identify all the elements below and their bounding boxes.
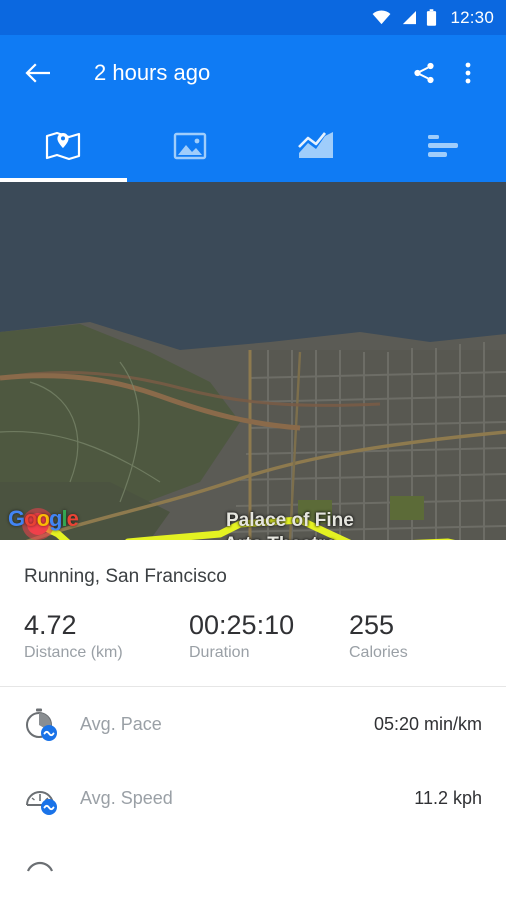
detail-value-avg-pace: 05:20 min/km [373,713,482,734]
stat-distance-label: Distance (km) [24,644,123,661]
detail-row-avg-speed[interactable]: Avg. Speed 11.2 kph [0,761,506,835]
battery-icon [427,9,437,26]
back-button[interactable] [16,51,60,95]
google-letter-g: G [8,506,25,531]
stat-calories: 255 Calories [349,610,408,662]
overflow-menu-icon [465,62,471,83]
wifi-icon [373,10,391,25]
tab-bar [0,110,506,182]
share-icon [414,62,434,83]
overflow-menu-button[interactable] [446,51,490,95]
app-screen: 12:30 2 hours ago Palace of Fine Google … [0,0,506,900]
elevation-icon [26,861,54,872]
detail-label-avg-pace: Avg. Pace [80,713,162,734]
status-icons: 12:30 [372,8,494,28]
tab-splits[interactable] [380,110,506,182]
bar-list-icon [427,135,458,157]
avg-pace-icon-wrap [24,707,68,741]
status-bar: 12:30 [0,0,506,35]
elevation-icon-wrap [24,855,68,889]
avg-speed-icon [26,791,57,815]
activity-title: Running, San Francisco [24,566,227,587]
tab-photos[interactable] [127,110,254,182]
stat-duration-value: 00:25:10 [189,610,295,640]
stat-calories-value: 255 [349,610,395,640]
detail-value-avg-speed: 11.2 kph [414,787,482,808]
stat-distance-value: 4.72 [24,610,77,640]
detail-row-partial[interactable] [0,835,506,900]
avg-speed-icon-wrap [24,781,68,815]
stat-duration-label: Duration [189,644,250,661]
photo-icon [173,132,206,160]
map-canvas [0,182,506,540]
route-map[interactable]: Palace of Fine Arts Theatre Lyon Street … [0,182,506,540]
google-letter-e: e [66,506,79,531]
detail-row-avg-pace[interactable]: Avg. Pace 05:20 min/km [0,687,506,761]
google-letter-o2: o [36,506,50,531]
summary-stats: 4.72 Distance (km) 00:25:10 Duration 255… [0,588,506,662]
google-letter-o1: o [24,506,37,531]
google-letter-g2: g [49,506,62,531]
share-button[interactable] [402,51,446,95]
google-attribution: Google [8,506,79,532]
map-pin-icon [46,131,81,161]
detail-label-avg-speed: Avg. Speed [80,787,173,808]
app-bar: 2 hours ago [0,35,506,110]
cell-signal-icon [403,10,417,25]
stat-duration: 00:25:10 Duration [189,610,349,662]
stat-distance: 4.72 Distance (km) [24,610,189,662]
page-title: 2 hours ago [94,59,211,85]
line-chart-icon [298,132,334,158]
activity-details-panel: Running, San Francisco 4.72 Distance (km… [0,540,506,900]
stat-calories-label: Calories [349,644,408,661]
back-arrow-icon [25,62,50,83]
avg-pace-icon [26,708,57,741]
status-clock: 12:30 [450,7,494,27]
tab-map[interactable] [0,110,127,182]
tab-graphs[interactable] [253,110,380,182]
